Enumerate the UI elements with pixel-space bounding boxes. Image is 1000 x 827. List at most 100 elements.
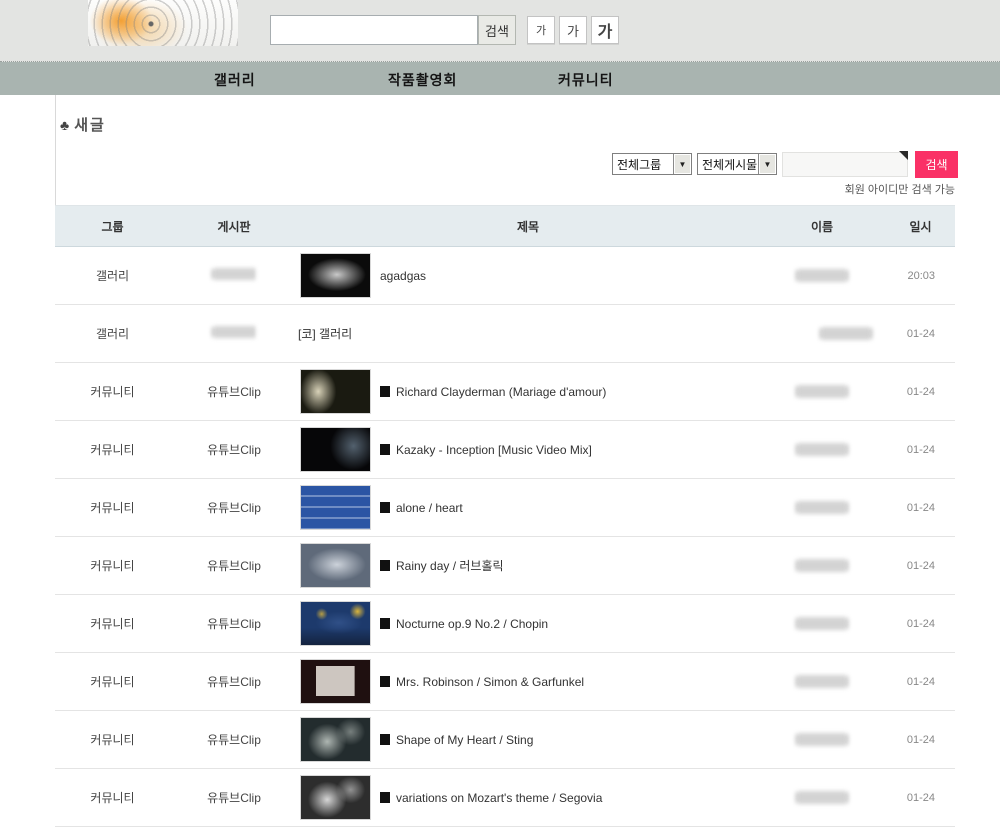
row-board: 유튜브Clip	[170, 383, 298, 400]
input-corner-mark	[899, 151, 908, 160]
board-dropdown[interactable]: 전체게시물 ▼	[697, 153, 777, 175]
top-search-button[interactable]: 검색	[478, 15, 516, 45]
post-title-link[interactable]: variations on Mozart's theme / Segovia	[396, 791, 602, 805]
nav-item-community[interactable]: 커뮤니티	[558, 70, 614, 90]
nav-item-gallery[interactable]: 갤러리	[214, 70, 256, 90]
header-board: 게시판	[170, 218, 298, 235]
row-board: 유튜브Clip	[170, 441, 298, 458]
row-date: 01-24	[886, 386, 955, 398]
row-author	[758, 385, 886, 398]
row-date: 01-24	[886, 560, 955, 572]
row-author	[758, 675, 886, 688]
post-thumbnail[interactable]	[300, 253, 371, 298]
font-size-medium-button[interactable]: 가	[559, 16, 587, 44]
row-board: 유튜브Clip	[170, 615, 298, 632]
chevron-down-icon: ▼	[673, 154, 691, 174]
header-date: 일시	[886, 218, 955, 235]
post-title-link[interactable]: Richard Clayderman (Mariage d'amour)	[396, 385, 606, 399]
top-search-input[interactable]	[270, 15, 478, 45]
row-author	[758, 559, 886, 572]
row-board	[170, 326, 298, 341]
font-size-small-button[interactable]: 가	[527, 16, 555, 44]
post-title-link[interactable]: Nocturne op.9 No.2 / Chopin	[396, 617, 548, 631]
group-dropdown-value: 전체그룹	[617, 156, 661, 173]
redacted-text	[796, 501, 848, 514]
table-row: 커뮤니티 유튜브Clip alone / heart 01-24	[55, 479, 955, 537]
post-thumbnail[interactable]	[300, 659, 371, 704]
redacted-text	[796, 559, 848, 572]
table-row: 커뮤니티 유튜브Clip Shape of My Heart / Sting 0…	[55, 711, 955, 769]
font-size-controls: 가 가 가	[527, 16, 619, 44]
table-row: 커뮤니티 유튜브Clip Richard Clayderman (Mariage…	[55, 363, 955, 421]
post-title-link[interactable]: alone / heart	[396, 501, 463, 515]
post-title-link[interactable]: [코] 갤러리	[298, 325, 352, 342]
square-bullet-icon	[380, 792, 390, 803]
redacted-text	[212, 268, 256, 280]
row-title-cell: agadgas	[298, 253, 758, 298]
header-title: 제목	[298, 218, 758, 235]
row-title-cell: Richard Clayderman (Mariage d'amour)	[298, 369, 758, 414]
post-title-link[interactable]: Shape of My Heart / Sting	[396, 733, 533, 747]
post-thumbnail[interactable]	[300, 427, 371, 472]
redacted-text	[796, 791, 848, 804]
square-bullet-icon	[380, 444, 390, 455]
redacted-text	[796, 443, 848, 456]
row-title-cell: Shape of My Heart / Sting	[298, 717, 758, 762]
row-group: 커뮤니티	[55, 789, 170, 806]
row-board	[170, 268, 298, 283]
redacted-text	[796, 733, 848, 746]
nav-item-photoshoot[interactable]: 작품촬영회	[388, 70, 457, 90]
row-group: 커뮤니티	[55, 499, 170, 516]
row-author	[758, 269, 886, 282]
table-row: 갤러리 [코] 갤러리 01-24	[55, 305, 955, 363]
post-title-link[interactable]: Rainy day / 러브홀릭	[396, 557, 504, 574]
row-date: 20:03	[886, 270, 955, 282]
filter-search-button[interactable]: 검색	[915, 151, 958, 178]
row-author	[758, 791, 886, 804]
row-board: 유튜브Clip	[170, 789, 298, 806]
post-thumbnail[interactable]	[300, 543, 371, 588]
post-title-link[interactable]: Mrs. Robinson / Simon & Garfunkel	[396, 675, 584, 689]
table-header-row: 그룹 게시판 제목 이름 일시	[55, 205, 955, 247]
row-title-cell: Kazaky - Inception [Music Video Mix]	[298, 427, 758, 472]
post-thumbnail[interactable]	[300, 369, 371, 414]
row-author	[758, 443, 886, 456]
row-author	[758, 501, 886, 514]
keyword-search-input[interactable]	[782, 152, 908, 177]
post-thumbnail[interactable]	[300, 485, 371, 530]
redacted-text	[820, 327, 872, 340]
site-logo[interactable]	[88, 0, 238, 46]
post-thumbnail[interactable]	[300, 717, 371, 762]
post-title-link[interactable]: Kazaky - Inception [Music Video Mix]	[396, 443, 592, 457]
table-row: 갤러리 agadgas 20:03	[55, 247, 955, 305]
redacted-text	[796, 385, 848, 398]
row-group: 커뮤니티	[55, 557, 170, 574]
board-dropdown-value: 전체게시물	[702, 156, 757, 173]
row-date: 01-24	[886, 328, 955, 340]
font-size-large-button[interactable]: 가	[591, 16, 619, 44]
row-board: 유튜브Clip	[170, 673, 298, 690]
square-bullet-icon	[380, 502, 390, 513]
square-bullet-icon	[380, 560, 390, 571]
row-group: 커뮤니티	[55, 383, 170, 400]
table-row: 커뮤니티 유튜브Clip Mrs. Robinson / Simon & Gar…	[55, 653, 955, 711]
row-group: 커뮤니티	[55, 441, 170, 458]
row-title-cell: variations on Mozart's theme / Segovia	[298, 775, 758, 820]
row-group: 커뮤니티	[55, 673, 170, 690]
row-group: 갤러리	[55, 325, 170, 342]
author-avatar	[772, 307, 816, 361]
table-row: 커뮤니티 유튜브Clip variations on Mozart's them…	[55, 769, 955, 827]
row-title-cell: Rainy day / 러브홀릭	[298, 543, 758, 588]
row-title-cell: [코] 갤러리	[298, 325, 758, 342]
row-author	[758, 307, 886, 361]
post-thumbnail[interactable]	[300, 601, 371, 646]
table-row: 커뮤니티 유튜브Clip Rainy day / 러브홀릭 01-24	[55, 537, 955, 595]
row-date: 01-24	[886, 676, 955, 688]
header-group: 그룹	[55, 218, 170, 235]
group-dropdown[interactable]: 전체그룹 ▼	[612, 153, 692, 175]
row-author	[758, 617, 886, 630]
post-thumbnail[interactable]	[300, 775, 371, 820]
table-row: 커뮤니티 유튜브Clip Nocturne op.9 No.2 / Chopin…	[55, 595, 955, 653]
post-title-link[interactable]: agadgas	[380, 269, 426, 283]
page-title: ♣새글	[60, 114, 106, 135]
